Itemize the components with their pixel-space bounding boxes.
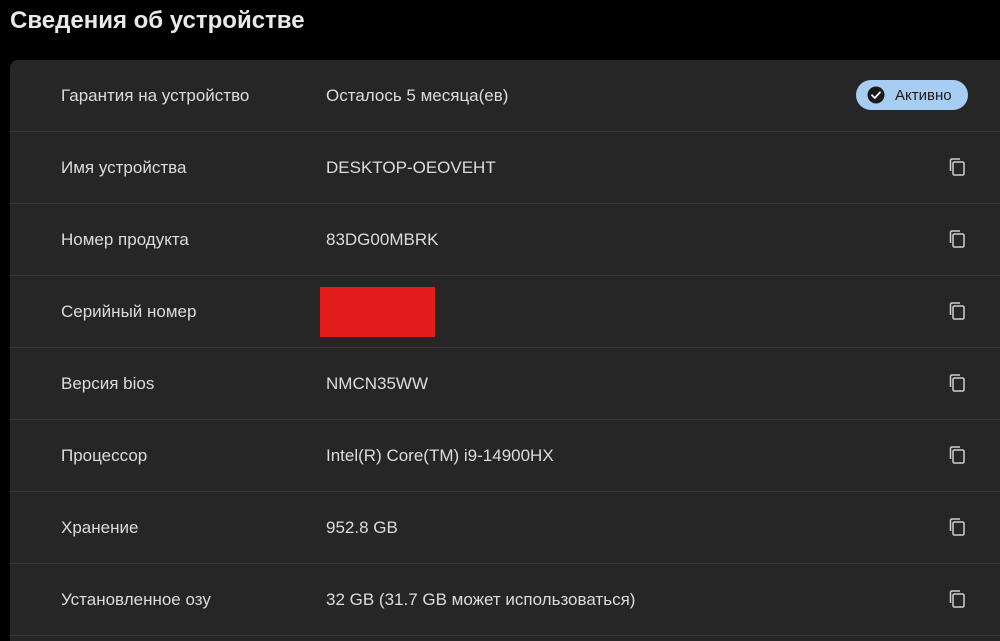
- row-label: Процессор: [61, 445, 148, 465]
- row-storage: Хранение 952.8 GB: [10, 492, 1000, 564]
- copy-icon[interactable]: [946, 588, 968, 610]
- row-value: Осталось 5 месяца(ев): [326, 85, 509, 105]
- copy-icon[interactable]: [946, 444, 968, 466]
- row-device-name: Имя устройства DESKTOP-OEOVEHT: [10, 132, 1000, 204]
- row-value: 32 GB (31.7 GB может использоваться): [326, 589, 636, 609]
- copy-icon[interactable]: [946, 156, 968, 178]
- row-label: Версия bios: [61, 373, 155, 393]
- redacted-value: [320, 287, 435, 337]
- device-info-panel: Гарантия на устройство Осталось 5 месяца…: [10, 60, 1000, 641]
- status-badge: Активно: [856, 80, 968, 110]
- row-label: Установленное озу: [61, 589, 211, 609]
- row-value: Intel(R) Core(TM) i9-14900HX: [326, 445, 554, 465]
- copy-icon[interactable]: [946, 300, 968, 322]
- check-circle-icon: [867, 86, 885, 104]
- device-info-page: Сведения об устройстве Гарантия на устро…: [0, 0, 1000, 641]
- copy-icon[interactable]: [946, 372, 968, 394]
- row-value: 83DG00MBRK: [326, 229, 439, 249]
- row-label: Серийный номер: [61, 301, 197, 321]
- row-label: Номер продукта: [61, 229, 189, 249]
- row-value: 952.8 GB: [326, 517, 398, 537]
- row-installed-ram: Установленное озу 32 GB (31.7 GB может и…: [10, 564, 1000, 636]
- row-value: DESKTOP-OEOVEHT: [326, 157, 496, 177]
- copy-icon[interactable]: [946, 516, 968, 538]
- copy-icon[interactable]: [946, 228, 968, 250]
- row-bios-version: Версия bios NMCN35WW: [10, 348, 1000, 420]
- row-value: NMCN35WW: [326, 373, 428, 393]
- row-product-number: Номер продукта 83DG00MBRK: [10, 204, 1000, 276]
- row-label: Имя устройства: [61, 157, 187, 177]
- row-label: Гарантия на устройство: [61, 85, 250, 105]
- status-badge-label: Активно: [895, 86, 952, 104]
- row-serial-number: Серийный номер: [10, 276, 1000, 348]
- page-title: Сведения об устройстве: [10, 7, 305, 34]
- row-warranty: Гарантия на устройство Осталось 5 месяца…: [10, 60, 1000, 132]
- row-processor: Процессор Intel(R) Core(TM) i9-14900HX: [10, 420, 1000, 492]
- row-label: Хранение: [61, 517, 139, 537]
